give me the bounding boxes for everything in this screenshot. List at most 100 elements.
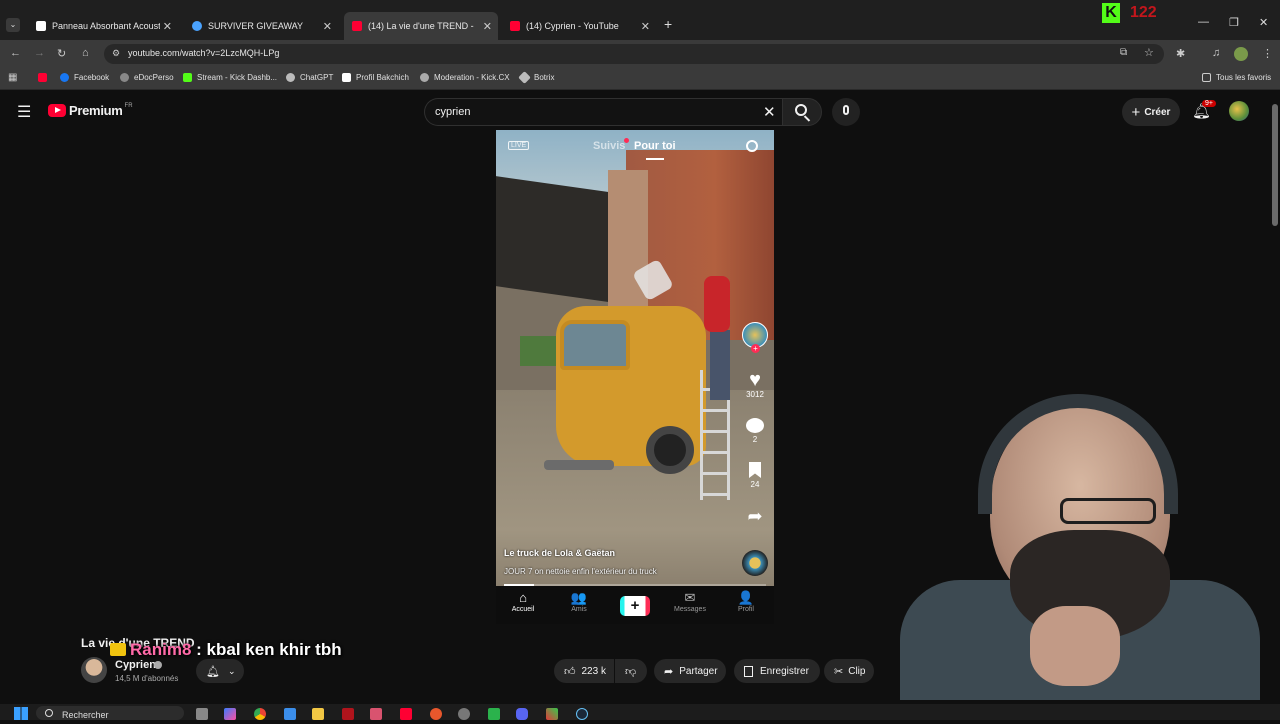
colorful-app-icon[interactable]	[546, 708, 558, 720]
create-button[interactable]: + Créer	[1122, 98, 1180, 126]
new-tab-button[interactable]: +	[664, 16, 672, 32]
close-icon[interactable]: ✕	[163, 20, 172, 33]
share-button[interactable]: ➦	[741, 506, 769, 527]
notifications-button[interactable]: 🔔︎ 9+	[1192, 100, 1216, 121]
comment-button[interactable]: 2	[741, 418, 769, 444]
back-icon[interactable]: ←	[10, 47, 21, 59]
save-button[interactable]: 24	[741, 462, 769, 489]
nav-label: Messages	[674, 606, 706, 613]
install-icon[interactable]: ⧉	[1120, 47, 1127, 58]
youtube-icon[interactable]	[400, 708, 412, 720]
bookmark-botrix[interactable]: Botrix	[518, 71, 555, 84]
follow-plus-icon[interactable]: +	[751, 344, 760, 353]
clear-search-icon[interactable]: ✕	[763, 103, 776, 121]
live-icon[interactable]: LIVE	[508, 141, 530, 150]
video-search-icon[interactable]	[746, 140, 758, 152]
webcam-overlay	[860, 380, 1280, 700]
search-button[interactable]	[782, 98, 822, 126]
hamburger-menu-icon[interactable]: ☰	[17, 102, 31, 122]
voice-search-button[interactable]	[832, 98, 860, 126]
save-icon	[744, 665, 753, 677]
plus-icon: +	[1131, 103, 1141, 121]
nav-messages[interactable]: ✉ Messages	[670, 590, 710, 613]
tab-title: (14) La vie d'une TREND - YouT	[368, 21, 476, 31]
tab-title: Panneau Absorbant Acoustique	[52, 21, 160, 31]
bookmark-chatgpt[interactable]: ChatGPT	[286, 73, 333, 82]
bookmark-profil-bakchich[interactable]: Profil Bakchich	[342, 73, 409, 82]
nav-friends[interactable]: 👥 Amis	[559, 590, 599, 613]
nav-profile[interactable]: 👤 Profil	[726, 590, 766, 613]
bookmark-star-icon[interactable]: ☆	[1144, 46, 1154, 59]
like-button[interactable]: 👍︎ 223 k	[554, 659, 614, 683]
extensions-icon[interactable]: ✱	[1176, 47, 1185, 60]
bookmark-moderation[interactable]: Moderation - Kick.CX	[420, 73, 510, 82]
youtube-search-box[interactable]: cyprien ✕	[424, 98, 782, 126]
tab-for-you[interactable]: Pour toi	[634, 140, 676, 152]
steam-icon[interactable]	[576, 708, 588, 720]
tab-panneau[interactable]: Panneau Absorbant Acoustique ✕	[28, 14, 178, 38]
bookmark-facebook[interactable]: Facebook	[60, 73, 109, 82]
bookmark-label: ChatGPT	[300, 73, 334, 82]
discord-icon[interactable]	[516, 708, 528, 720]
apps-grid-icon[interactable]: ▦	[8, 72, 17, 83]
save-button[interactable]: Enregistrer	[734, 659, 820, 683]
forward-icon[interactable]: →	[34, 47, 45, 59]
red-app-icon[interactable]	[342, 708, 354, 720]
thumbs-down-icon: 👎︎	[625, 665, 637, 678]
document-icon	[342, 73, 351, 82]
channel-avatar[interactable]	[81, 657, 107, 683]
subscription-bell-button[interactable]: 🔔︎ ⌄	[196, 659, 244, 683]
minimize-icon[interactable]: —	[1198, 16, 1209, 28]
settings-app-icon[interactable]	[458, 708, 470, 720]
tab-surviver[interactable]: SURVIVER GIVEAWAY ✕	[184, 14, 338, 38]
creator-avatar[interactable]: +	[741, 322, 769, 353]
dislike-button[interactable]: 👎︎	[615, 659, 647, 683]
microphone-icon	[843, 105, 849, 115]
window-close-icon[interactable]: ✕	[1259, 16, 1268, 29]
task-view-icon[interactable]	[196, 708, 208, 720]
nav-home[interactable]: ⌂ Accueil	[503, 590, 543, 613]
like-button[interactable]: ♥ 3012	[741, 370, 769, 399]
restore-icon[interactable]: ❐	[1229, 16, 1239, 29]
copilot-icon[interactable]	[224, 708, 236, 720]
orange-app-icon[interactable]	[430, 708, 442, 720]
windows-start-icon[interactable]	[14, 707, 28, 720]
tab-following[interactable]: Suivis	[593, 140, 625, 152]
address-bar[interactable]: ⚙ youtube.com/watch?v=2LzcMQH-LPg ⧉ ☆	[104, 44, 1164, 64]
site-info-icon[interactable]: ⚙	[112, 48, 120, 59]
share-button[interactable]: ➦ Partager	[654, 659, 726, 683]
bookmark-kick-dashboard[interactable]: Stream - Kick Dashb...	[183, 73, 277, 82]
chrome-icon[interactable]	[254, 708, 266, 720]
green-app-icon[interactable]	[488, 708, 500, 720]
close-icon[interactable]: ✕	[641, 20, 650, 33]
close-icon[interactable]: ✕	[483, 20, 492, 33]
home-icon[interactable]: ⌂	[82, 47, 89, 59]
comment-icon	[746, 418, 764, 433]
kebab-menu-icon[interactable]: ⋮	[1262, 47, 1273, 60]
media-controls-icon[interactable]: ♫	[1212, 47, 1220, 59]
sound-disc-icon[interactable]	[741, 550, 769, 578]
taskbar-search[interactable]: Rechercher	[36, 706, 184, 720]
video-author[interactable]: Le truck de Lola & Gaëtan	[504, 548, 615, 558]
reload-icon[interactable]: ↻	[57, 47, 66, 60]
video-player[interactable]: LIVE Suivis Pour toi + ♥ 3012 2 24 ➦ Le …	[496, 130, 774, 624]
tab-la-vie-dune-trend[interactable]: (14) La vie d'une TREND - YouT ✕	[344, 12, 498, 40]
snipping-tool-icon[interactable]	[370, 708, 382, 720]
kick-logo-icon: K	[1102, 3, 1120, 23]
bookmark-youtube[interactable]	[38, 73, 52, 82]
tab-cyprien[interactable]: (14) Cyprien - YouTube ✕	[502, 14, 656, 38]
close-icon[interactable]: ✕	[323, 20, 332, 33]
scrollbar-thumb[interactable]	[1272, 104, 1278, 226]
account-avatar[interactable]	[1229, 101, 1249, 121]
file-explorer-icon[interactable]	[312, 708, 324, 720]
channel-name[interactable]: Cyprien	[115, 659, 156, 671]
search-input[interactable]: cyprien	[435, 106, 470, 118]
tab-search-button[interactable]: ⌄	[6, 18, 20, 32]
store-icon[interactable]	[284, 708, 296, 720]
youtube-premium-logo[interactable]: Premium FR	[48, 103, 133, 118]
profile-avatar[interactable]	[1234, 47, 1248, 61]
create-post-button[interactable]: +	[620, 596, 650, 616]
bookmark-edocperso[interactable]: eDocPerso	[120, 73, 174, 82]
bookmark-label: Botrix	[534, 73, 555, 82]
all-bookmarks[interactable]: Tous les favoris	[1202, 73, 1271, 82]
